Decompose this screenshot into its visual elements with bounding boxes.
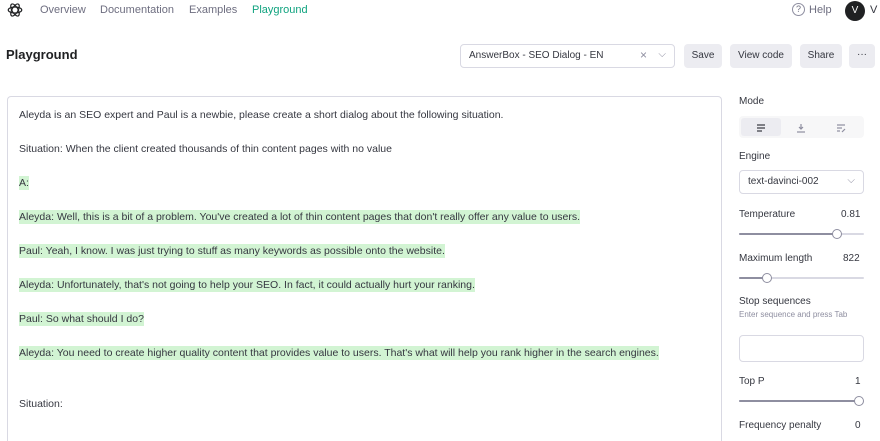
slider-fill [739, 233, 838, 235]
mode-toggle [739, 116, 864, 138]
help-icon: ? [792, 3, 805, 16]
clear-icon[interactable]: × [640, 48, 647, 62]
prompt-editor[interactable]: Aleyda is an SEO expert and Paul is a ne… [7, 96, 722, 441]
top-p-label: Top P [739, 376, 765, 387]
stop-sequences-input[interactable] [739, 335, 864, 362]
insert-icon [797, 123, 805, 133]
page-title: Playground [6, 47, 78, 62]
chevron-down-icon: ⌵ [847, 175, 855, 186]
help-link[interactable]: ? Help [792, 3, 832, 16]
engine-value: text-davinci-002 [748, 176, 819, 187]
user-initial: V [870, 4, 878, 16]
nav-overview[interactable]: Overview [40, 4, 86, 16]
chevron-down-icon: ⌵ [658, 49, 666, 60]
slider-thumb[interactable] [832, 229, 843, 239]
stop-sequences-hint: Enter sequence and press Tab [739, 310, 848, 319]
preset-value: AnswerBox - SEO Dialog - EN [469, 50, 604, 61]
max-length-value[interactable]: 822 [843, 253, 860, 264]
editor-line: Aleyda is an SEO expert and Paul is a ne… [19, 109, 504, 121]
help-label: Help [809, 3, 832, 16]
openai-logo-icon[interactable] [6, 1, 24, 19]
slider-thumb[interactable] [854, 396, 864, 406]
top-p-slider[interactable] [739, 396, 864, 406]
mode-complete-button[interactable] [741, 118, 781, 136]
editor-line: Aleyda: Unfortunately, that's not going … [19, 278, 475, 292]
editor-line: Situation: [19, 398, 63, 410]
engine-label: Engine [739, 151, 771, 162]
editor-line: Paul: Yeah, I know. I was just trying to… [19, 244, 445, 258]
editor-line: Situation: When the client created thous… [19, 143, 392, 155]
temperature-slider[interactable] [739, 229, 864, 239]
frequency-penalty-label: Frequency penalty [739, 420, 822, 431]
top-nav: Overview Documentation Examples Playgrou… [0, 0, 880, 24]
view-code-button[interactable]: View code [730, 44, 792, 68]
share-button[interactable]: Share [800, 44, 842, 68]
editor-line: Paul: So what should I do? [19, 312, 144, 326]
top-p-value[interactable]: 1 [855, 376, 861, 387]
stop-sequences-label: Stop sequences [739, 296, 811, 307]
save-button[interactable]: Save [684, 44, 722, 68]
slider-thumb[interactable] [762, 273, 772, 283]
nav-documentation[interactable]: Documentation [100, 4, 174, 16]
page-header: Playground AnswerBox - SEO Dialog - EN ×… [0, 38, 880, 78]
editor-line: Aleyda: Well, this is a bit of a problem… [19, 210, 581, 224]
complete-icon [757, 124, 765, 132]
mode-edit-button[interactable] [821, 118, 861, 136]
temperature-value[interactable]: 0.81 [841, 209, 860, 220]
nav-playground[interactable]: Playground [252, 4, 308, 16]
edit-icon [837, 124, 846, 133]
editor-line: Aleyda: You need to create higher qualit… [19, 346, 659, 360]
max-length-label: Maximum length [739, 253, 813, 264]
more-button[interactable]: ··· [849, 44, 875, 68]
editor-line: A: [19, 176, 29, 190]
mode-insert-button[interactable] [781, 118, 821, 136]
frequency-penalty-value[interactable]: 0 [855, 420, 861, 431]
nav-examples[interactable]: Examples [189, 4, 237, 16]
engine-select[interactable]: text-davinci-002 ⌵ [739, 170, 864, 194]
preset-select[interactable]: AnswerBox - SEO Dialog - EN × ⌵ [460, 44, 675, 68]
avatar[interactable]: V [845, 1, 865, 21]
max-length-slider[interactable] [739, 273, 864, 283]
temperature-label: Temperature [739, 209, 796, 220]
mode-label: Mode [739, 96, 765, 107]
slider-fill [739, 400, 859, 402]
